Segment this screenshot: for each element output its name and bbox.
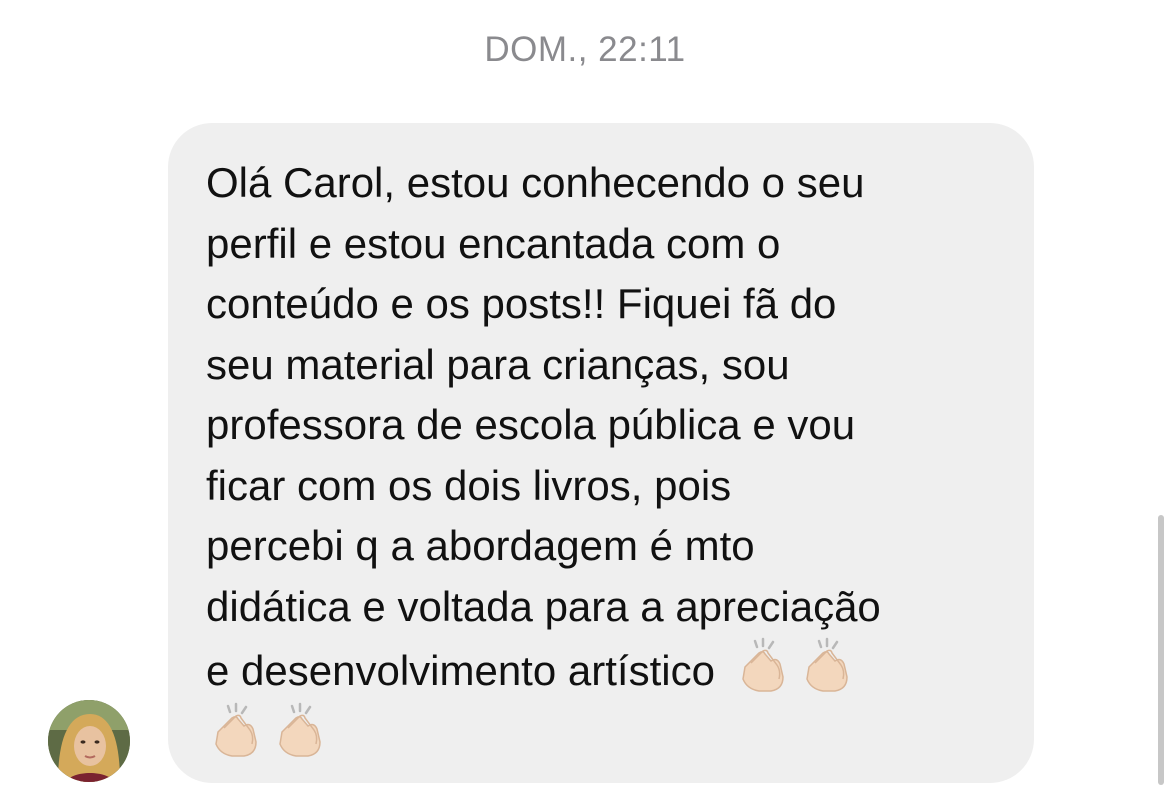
profile-photo-icon: [48, 700, 130, 782]
clapping-hands-icon: [279, 702, 321, 757]
clapping-hands-icon: [215, 702, 257, 757]
message-line: seu material para crianças, sou: [206, 340, 790, 388]
sender-avatar[interactable]: [48, 700, 130, 782]
message-line: perfil e estou encantada com o: [206, 219, 781, 267]
clapping-hands-icon: [805, 637, 848, 692]
message-line: percebi q a abordagem é mto: [206, 522, 755, 569]
message-row: Olá Carol, estou conhecendo o seu perfil…: [0, 0, 1170, 796]
message-line: conteúdo e os posts!! Fiquei fã do: [206, 280, 837, 327]
message-line: ficar com os dois livros, pois: [206, 461, 732, 509]
emoji-group: [206, 702, 328, 759]
message-line: Olá Carol, estou conhecendo o seu: [206, 159, 865, 206]
message-line: e desenvolvimento artístico: [206, 647, 715, 694]
emoji-group: [715, 637, 855, 694]
message-bubble[interactable]: Olá Carol, estou conhecendo o seu perfil…: [168, 123, 1034, 783]
clapping-hands-icon: [741, 637, 784, 692]
scrollbar[interactable]: [1158, 515, 1164, 785]
message-line: professora de escola pública e vou: [206, 401, 856, 448]
message-line: didática e voltada para a apreciação: [206, 582, 881, 630]
message-text: Olá Carol, estou conhecendo o seu perfil…: [206, 153, 1014, 766]
